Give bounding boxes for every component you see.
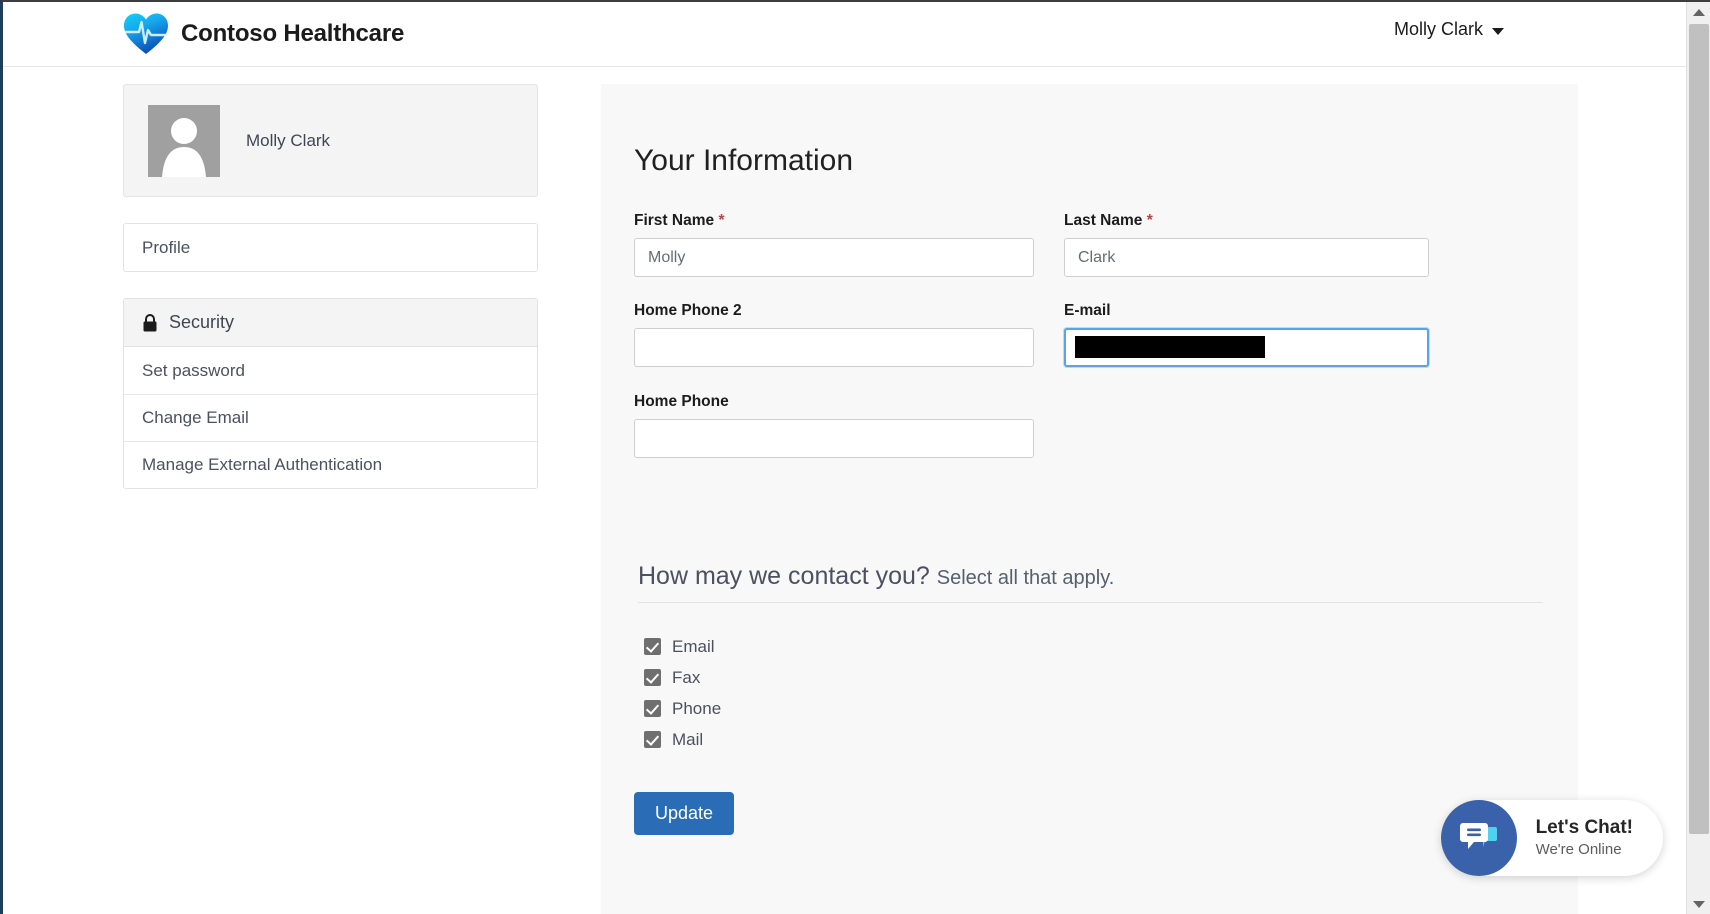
email-label: E-mail: [1064, 302, 1429, 320]
security-nav-card: Security Set password Change Email Manag…: [123, 298, 538, 489]
home-phone-input[interactable]: [634, 419, 1034, 458]
lock-icon: [142, 314, 158, 332]
checkbox-checked-icon[interactable]: [644, 731, 661, 748]
scrollbar-thumb[interactable]: [1689, 24, 1709, 834]
update-button[interactable]: Update: [634, 792, 734, 835]
chevron-down-icon: [1693, 901, 1705, 908]
security-section-header: Security: [124, 299, 537, 347]
chat-widget-text: Let's Chat! We're Online: [1536, 816, 1633, 859]
vertical-scrollbar[interactable]: [1686, 2, 1710, 914]
security-section-label: Security: [169, 312, 234, 333]
chevron-down-icon: [1492, 28, 1504, 35]
sidebar-item-set-password[interactable]: Set password: [124, 347, 537, 394]
contact-heading-sub: Select all that apply.: [937, 567, 1115, 589]
chevron-up-icon: [1693, 9, 1705, 16]
email-redaction-bar: [1075, 336, 1265, 358]
sidebar-item-manage-external-authentication[interactable]: Manage External Authentication: [124, 441, 537, 488]
user-menu-button[interactable]: Molly Clark: [1394, 19, 1504, 40]
scroll-down-button[interactable]: [1687, 894, 1710, 914]
field-group-home-phone: Home Phone: [634, 393, 1034, 458]
profile-nav-card: Profile: [123, 223, 538, 272]
page-body: Molly Clark Profile Security: [3, 68, 1686, 914]
main-content-panel: Your Information First Name * Home Phone…: [601, 84, 1578, 914]
contact-option-fax[interactable]: Fax: [644, 662, 1543, 693]
scroll-up-button[interactable]: [1687, 2, 1710, 22]
contact-option-label: Phone: [672, 699, 721, 719]
home-phone-2-label: Home Phone 2: [634, 302, 1034, 320]
browser-viewport: Contoso Healthcare Molly Clark Molly Cla…: [0, 0, 1710, 914]
sidebar-item-profile[interactable]: Profile: [124, 224, 537, 271]
contact-option-label: Fax: [672, 668, 700, 688]
contact-option-mail[interactable]: Mail: [644, 724, 1543, 755]
field-group-home-phone-2: Home Phone 2: [634, 302, 1034, 367]
brand-logo-link[interactable]: Contoso Healthcare: [123, 12, 404, 56]
brand-name: Contoso Healthcare: [181, 20, 404, 48]
sidebar-item-label: Manage External Authentication: [142, 455, 382, 475]
checkbox-checked-icon[interactable]: [644, 638, 661, 655]
contact-option-label: Mail: [672, 730, 703, 750]
contact-option-phone[interactable]: Phone: [644, 693, 1543, 724]
contact-option-email[interactable]: Email: [644, 631, 1543, 662]
last-name-input[interactable]: [1064, 238, 1429, 277]
last-name-label-text: Last Name: [1064, 212, 1142, 229]
site-header: Contoso Healthcare Molly Clark: [3, 2, 1686, 67]
contact-option-label: Email: [672, 637, 715, 657]
chat-widget-button[interactable]: Let's Chat! We're Online: [1441, 800, 1663, 876]
sidebar-item-label: Profile: [142, 238, 190, 258]
contact-options-list: Email Fax Phone Mail: [644, 631, 1543, 755]
first-name-label-text: First Name: [634, 212, 714, 229]
last-name-label: Last Name *: [1064, 212, 1429, 230]
heart-pulse-icon: [123, 12, 169, 56]
chat-widget-subtitle: We're Online: [1536, 840, 1633, 860]
sidebar: Molly Clark Profile Security: [123, 84, 538, 489]
field-group-email: E-mail: [1064, 302, 1429, 367]
home-phone-2-input[interactable]: [634, 328, 1034, 367]
field-group-last-name: Last Name *: [1064, 212, 1429, 277]
chat-bubbles-icon: [1441, 800, 1517, 876]
field-group-first-name: First Name *: [634, 212, 1034, 277]
chat-widget-title: Let's Chat!: [1536, 816, 1633, 840]
contact-preferences-heading: How may we contact you? Select all that …: [638, 562, 1543, 603]
required-marker: *: [1147, 212, 1153, 229]
first-name-label: First Name *: [634, 212, 1034, 230]
person-avatar-icon: [148, 105, 220, 177]
sidebar-item-change-email[interactable]: Change Email: [124, 394, 537, 441]
checkbox-checked-icon[interactable]: [644, 700, 661, 717]
contact-heading-main: How may we contact you?: [638, 562, 930, 590]
required-marker: *: [718, 212, 724, 229]
page-title: Your Information: [634, 144, 1578, 178]
profile-card: Molly Clark: [123, 84, 538, 197]
contact-preferences-section: How may we contact you? Select all that …: [638, 562, 1543, 755]
sidebar-item-label: Change Email: [142, 408, 249, 428]
checkbox-checked-icon[interactable]: [644, 669, 661, 686]
sidebar-item-label: Set password: [142, 361, 245, 381]
first-name-input[interactable]: [634, 238, 1034, 277]
user-menu-label: Molly Clark: [1394, 19, 1483, 40]
profile-name: Molly Clark: [246, 131, 330, 151]
home-phone-label: Home Phone: [634, 393, 1034, 411]
information-form: First Name * Home Phone 2 Home Phone: [634, 212, 1496, 482]
